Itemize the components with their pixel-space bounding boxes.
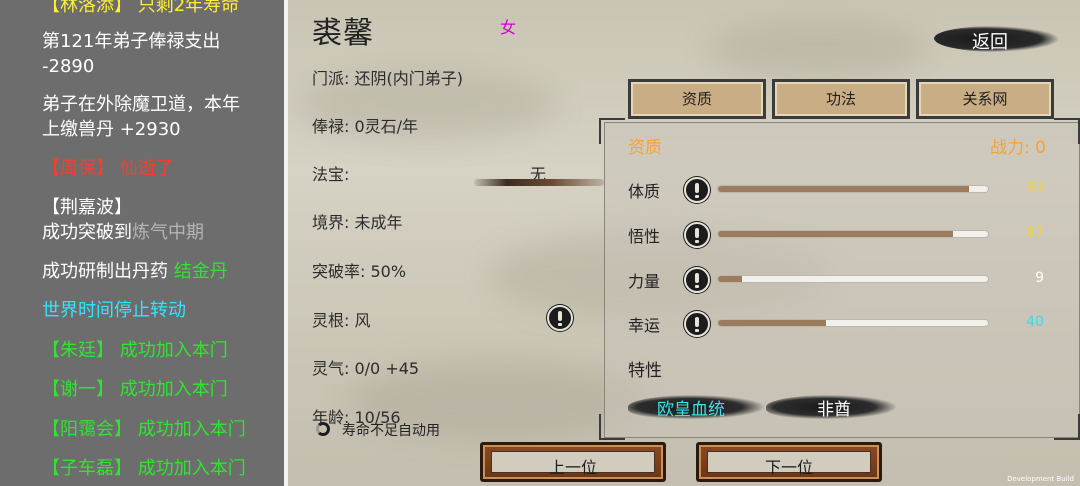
log-entry: 第121年弟子俸禄支出 [42, 30, 220, 54]
back-button-label: 返回 [972, 32, 1008, 53]
trait-badge-0[interactable]: 欧皇血统 [628, 393, 764, 421]
log-entry: 成功突破到炼气中期 [42, 221, 204, 245]
panel-corner [599, 118, 625, 144]
log-entry: 【谢一】 成功加入本门 [42, 378, 228, 402]
log-entry-text: 【谢一】 成功加入本门 [42, 379, 228, 400]
tab-relations[interactable]: 关系网 [916, 79, 1054, 119]
combat-power: 战力: 0 [990, 138, 1046, 158]
toggle-circle-icon[interactable] [316, 422, 330, 436]
panel-title: 资质 [628, 138, 662, 158]
next-button[interactable]: 下一位 [696, 442, 882, 482]
log-entry: 世界时间停止转动 [42, 299, 186, 323]
stat-info-icon[interactable] [684, 311, 710, 337]
stat-bar-fill [718, 186, 970, 192]
stat-bar [718, 320, 988, 326]
log-entry: 【朱廷】 成功加入本门 [42, 339, 228, 363]
log-entry: -2890 [42, 55, 94, 79]
log-entry: 【荆嘉波】 [42, 196, 132, 220]
log-entry-text: 【荆嘉波】 [42, 197, 132, 218]
spirit-root-info: 灵根: 风 [312, 311, 371, 330]
log-entry-text: 世界时间停止转动 [42, 300, 186, 321]
ink-stroke-decoration [474, 179, 604, 186]
stat-label: 幸运 [628, 316, 661, 335]
log-entry-text: 上缴兽丹 +2930 [42, 119, 181, 140]
back-button[interactable]: 返回 [930, 22, 1062, 56]
stat-value: 9 [1035, 270, 1044, 286]
tab-techniques[interactable]: 功法 [772, 79, 910, 119]
stat-info-icon[interactable] [684, 267, 710, 293]
development-build-label: Development Build [1007, 475, 1074, 483]
traits-label: 特性 [628, 361, 662, 381]
stat-bar-fill [718, 320, 826, 326]
realm-info: 境界: 未成年 [312, 213, 403, 232]
log-entry-text: 【朱廷】 成功加入本门 [42, 340, 228, 361]
log-entry-text: 【林洛添】 只剩2年寿命 [42, 0, 240, 16]
log-entry: 【子车磊】 成功加入本门 [42, 457, 246, 481]
stat-info-icon[interactable] [684, 222, 710, 248]
log-entry: 【阳霭会】 成功加入本门 [42, 418, 246, 442]
log-entry-text: 弟子在外除魔卫道，本年 [42, 94, 240, 115]
fabao-label: 法宝: [312, 165, 350, 184]
stat-bar [718, 276, 988, 282]
panel-corner [599, 414, 625, 440]
log-entry-text: 【周保】 仙逝了 [42, 158, 174, 179]
next-button-label: 下一位 [764, 458, 813, 477]
log-entry-text: 【子车磊】 成功加入本门 [42, 458, 246, 479]
event-log-panel[interactable]: 【林洛添】 只剩2年寿命第121年弟子俸禄支出 -2890 弟子在外除魔卫道，本年上… [0, 0, 284, 486]
log-entry: 【周保】 仙逝了 [42, 157, 174, 181]
auto-use-label: 寿命不足自动用 [342, 423, 440, 439]
panel-corner [1054, 118, 1080, 144]
previous-button[interactable]: 上一位 [480, 442, 666, 482]
salary-info: 俸禄: 0灵石/年 [312, 117, 419, 136]
stat-value: 87 [1026, 225, 1044, 241]
log-entry: 上缴兽丹 +2930 [42, 118, 181, 142]
stat-bar-fill [718, 276, 743, 282]
tab-aptitude[interactable]: 资质 [628, 79, 766, 119]
sect-info: 门派: 还阴(内门弟子) [312, 69, 463, 88]
stat-bar [718, 231, 988, 237]
log-entry-text: 结金丹 [173, 261, 228, 282]
log-entry-text: -2890 [42, 56, 95, 77]
spirit-root-info-icon[interactable] [547, 305, 573, 331]
log-entry-text: 成功研制出丹药 [42, 261, 174, 282]
log-entry-text: 【阳霭会】 成功加入本门 [42, 419, 246, 440]
trait-label-1: 非酋 [817, 400, 851, 420]
trait-badge-1[interactable]: 非酋 [766, 393, 896, 421]
stat-bar-fill [718, 231, 953, 237]
breakthrough-info: 突破率: 50% [312, 262, 407, 281]
stat-value: 40 [1026, 314, 1044, 330]
log-entry: 【林洛添】 只剩2年寿命 [42, 0, 239, 18]
stat-label: 悟性 [628, 227, 661, 246]
stat-label: 力量 [628, 272, 661, 291]
stat-bar [718, 186, 988, 192]
log-entry-text: 第121年弟子俸禄支出 [42, 31, 221, 52]
character-name: 裘馨 [312, 16, 374, 51]
log-entry: 成功研制出丹药 结金丹 [42, 260, 228, 284]
stat-label: 体质 [628, 182, 661, 201]
qi-info: 灵气: 0/0 +45 [312, 359, 420, 378]
panel-corner [1054, 414, 1080, 440]
previous-button-label: 上一位 [548, 458, 597, 477]
log-entry: 弟子在外除魔卫道，本年 [42, 93, 240, 117]
trait-label-0: 欧皇血统 [657, 400, 725, 420]
gender-icon: 女 [500, 18, 517, 37]
stat-value: 93 [1026, 180, 1044, 196]
stat-info-icon[interactable] [684, 177, 710, 203]
log-entry-text: 成功突破到 [42, 222, 132, 243]
log-entry-text: 炼气中期 [132, 222, 204, 243]
